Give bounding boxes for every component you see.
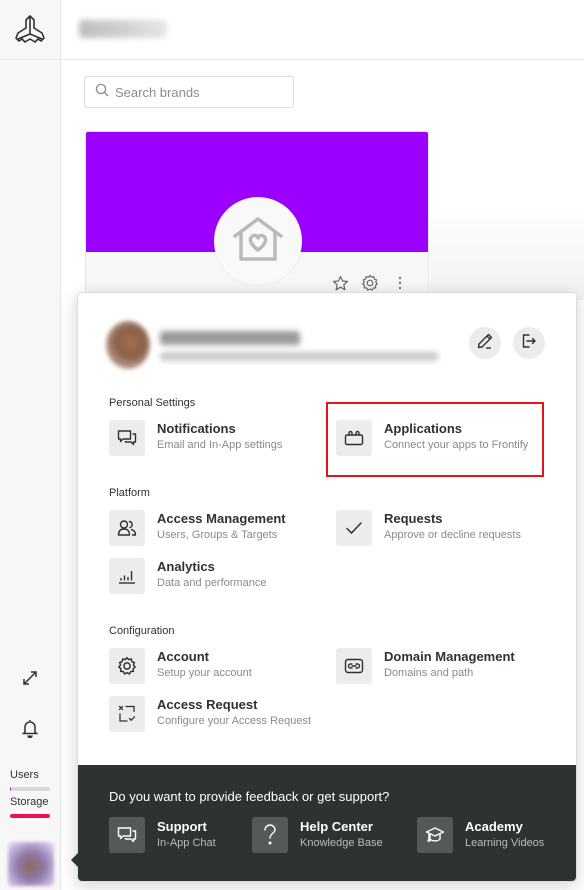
menu-item-access-management[interactable]: Access Management Users, Groups & Target… — [109, 510, 286, 546]
storage-usage-fill — [10, 814, 50, 818]
section-title-personal-settings: Personal Settings — [109, 397, 196, 409]
menu-item-analytics[interactable]: Analytics Data and performance — [109, 558, 266, 594]
users-usage-fill — [10, 787, 12, 791]
item-title: Account — [157, 649, 209, 664]
search-brands-input[interactable] — [115, 84, 275, 100]
account-menu-popover: Personal Settings Notifications Email an… — [71, 292, 578, 882]
section-title-configuration: Configuration — [109, 625, 175, 637]
item-subtitle: Email and In-App settings — [157, 439, 283, 451]
item-subtitle: Setup your account — [157, 667, 252, 679]
support-question: Do you want to provide feedback or get s… — [109, 789, 390, 804]
checkmark-icon — [336, 510, 372, 546]
footer-item-title: Academy — [465, 819, 523, 834]
edit-profile-button[interactable] — [469, 327, 501, 359]
brand-logo — [214, 197, 302, 285]
profile-email-redacted — [160, 352, 438, 361]
footer-item-subtitle: In-App Chat — [157, 837, 216, 849]
menu-item-domain-management[interactable]: Domain Management Domains and path — [336, 648, 515, 684]
item-subtitle: Domains and path — [384, 667, 474, 679]
menu-item-account[interactable]: Account Setup your account — [109, 648, 252, 684]
brand-card[interactable] — [85, 131, 429, 301]
chat-bubbles-icon — [109, 817, 145, 853]
users-usage-bar — [10, 787, 50, 791]
bar-chart-icon — [109, 558, 145, 594]
item-title: Access Management — [157, 511, 286, 526]
star-icon[interactable] — [330, 273, 350, 293]
rail-divider — [0, 59, 61, 60]
search-brands-field[interactable] — [84, 76, 294, 108]
popover-caret — [71, 853, 78, 867]
applications-icon — [336, 420, 372, 456]
help-center-link[interactable]: Help Center Knowledge Base — [252, 817, 383, 853]
item-subtitle: Connect your apps to Frontify — [384, 439, 529, 451]
workspace-name-redacted — [79, 20, 167, 38]
menu-item-applications[interactable]: Applications Connect your apps to Fronti… — [336, 420, 528, 456]
support-link[interactable]: Support In-App Chat — [109, 817, 216, 853]
house-heart-icon — [232, 216, 284, 267]
footer-item-subtitle: Learning Videos — [465, 837, 545, 849]
access-request-icon — [109, 696, 145, 732]
link-icon — [336, 648, 372, 684]
question-mark-icon — [252, 817, 288, 853]
storage-usage-bar — [10, 814, 50, 818]
profile-avatar — [106, 321, 150, 369]
item-subtitle: Configure your Access Request — [157, 715, 312, 727]
footer-item-subtitle: Knowledge Base — [300, 837, 383, 849]
profile-header — [106, 321, 578, 371]
gear-icon[interactable] — [360, 273, 380, 293]
menu-item-notifications[interactable]: Notifications Email and In-App settings — [109, 420, 282, 456]
item-subtitle: Data and performance — [157, 577, 267, 589]
chat-bubbles-icon — [109, 420, 145, 456]
item-title: Requests — [384, 511, 443, 526]
profile-name-redacted — [160, 331, 300, 345]
section-title-platform: Platform — [109, 487, 150, 499]
usage-label-users: Users — [10, 769, 39, 781]
top-header — [61, 0, 584, 60]
menu-item-requests[interactable]: Requests Approve or decline requests — [336, 510, 521, 546]
more-vertical-icon[interactable] — [390, 273, 410, 293]
frontify-logo-icon[interactable] — [13, 14, 47, 46]
footer-item-title: Support — [157, 819, 207, 834]
menu-item-access-request[interactable]: Access Request Configure your Access Req… — [109, 696, 311, 732]
item-title: Applications — [384, 421, 463, 436]
pencil-icon — [476, 332, 494, 355]
user-avatar[interactable] — [8, 842, 54, 886]
item-title: Domain Management — [384, 649, 515, 664]
item-title: Notifications — [157, 421, 236, 436]
graduation-cap-icon — [417, 817, 453, 853]
logout-icon — [520, 332, 538, 355]
academy-link[interactable]: Academy Learning Videos — [417, 817, 544, 853]
search-icon — [95, 83, 109, 102]
gear-icon — [109, 648, 145, 684]
bell-icon[interactable] — [20, 718, 40, 738]
expand-icon[interactable] — [20, 668, 40, 688]
brand-card-actions — [330, 273, 410, 293]
support-footer: Do you want to provide feedback or get s… — [78, 765, 576, 881]
item-subtitle: Users, Groups & Targets — [157, 529, 278, 541]
item-title: Access Request — [157, 697, 258, 712]
item-title: Analytics — [157, 559, 215, 574]
logout-button[interactable] — [513, 327, 545, 359]
users-icon — [109, 510, 145, 546]
left-rail: Users Storage — [0, 0, 61, 890]
usage-label-storage: Storage — [10, 796, 49, 808]
item-subtitle: Approve or decline requests — [384, 529, 521, 541]
footer-item-title: Help Center — [300, 819, 373, 834]
background-fade — [430, 60, 584, 300]
